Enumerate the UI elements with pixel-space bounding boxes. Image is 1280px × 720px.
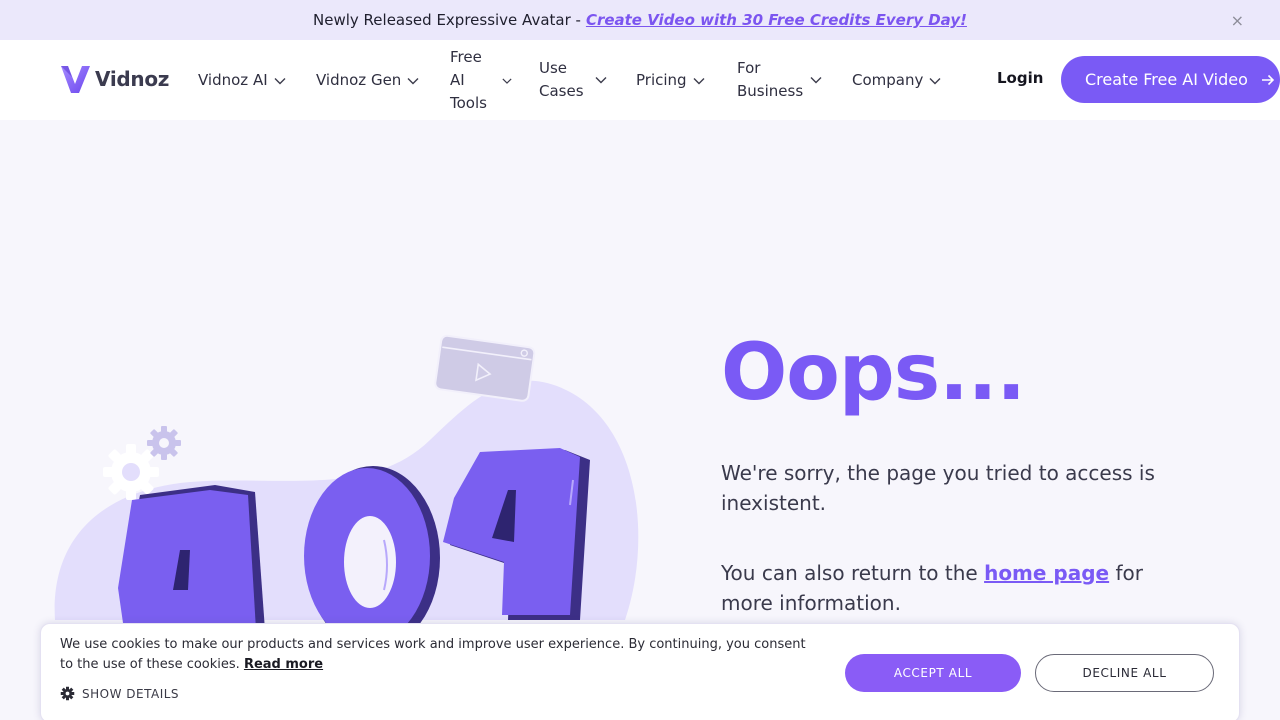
show-details-toggle[interactable]: SHOW DETAILS <box>60 686 179 701</box>
nav-item-vidnoz-ai[interactable]: Vidnoz AI <box>198 69 286 92</box>
announcement-text: Newly Released Expressive Avatar - <box>313 11 581 29</box>
cookie-message: We use cookies to make our products and … <box>60 635 820 675</box>
chevron-down-icon <box>810 77 822 84</box>
video-card-icon <box>434 334 536 402</box>
error-title: Oops... <box>721 328 1026 418</box>
navbar: Vidnoz Vidnoz AI Vidnoz Gen Free AI Tool… <box>0 40 1280 120</box>
announcement-bar: Newly Released Expressive Avatar - Creat… <box>0 0 1280 40</box>
nav-item-label: Use Cases <box>539 59 584 100</box>
cookie-banner: We use cookies to make our products and … <box>40 623 1240 720</box>
nav-item-for-business[interactable]: For Business <box>737 57 822 103</box>
read-more-link[interactable]: Read more <box>244 657 323 672</box>
nav-item-label: Vidnoz AI <box>198 71 268 89</box>
chevron-down-icon <box>595 77 607 84</box>
nav-item-label: Pricing <box>636 71 687 89</box>
accept-all-button[interactable]: ACCEPT ALL <box>845 654 1021 692</box>
login-link[interactable]: Login <box>997 69 1043 87</box>
create-free-ai-video-button[interactable]: Create Free AI Video <box>1061 56 1280 103</box>
nav-item-company[interactable]: Company <box>852 69 941 92</box>
digit-four-left <box>118 485 265 630</box>
nav-item-free-ai-tools[interactable]: Free AI Tools <box>450 46 512 115</box>
gear-icon <box>60 686 75 701</box>
nav-item-label: Free AI Tools <box>450 48 487 112</box>
show-details-label: SHOW DETAILS <box>82 686 180 701</box>
decline-all-button[interactable]: DECLINE ALL <box>1035 654 1214 692</box>
nav-item-label: Vidnoz Gen <box>316 71 402 89</box>
chevron-down-icon <box>502 78 512 84</box>
return-pre-text: You can also return to the <box>721 561 978 585</box>
error-message: We're sorry, the page you tried to acces… <box>721 461 1155 515</box>
nav-item-use-cases[interactable]: Use Cases <box>539 57 607 103</box>
gear-icon <box>147 426 181 460</box>
arrow-right-icon <box>1261 74 1275 85</box>
chevron-down-icon <box>274 77 286 84</box>
logo-text: Vidnoz <box>95 67 170 91</box>
error-404-illustration <box>54 334 639 630</box>
return-home-text: You can also return to the home page for… <box>721 558 1201 618</box>
nav-item-label: Company <box>852 71 924 89</box>
logo-icon <box>61 66 90 93</box>
chevron-down-icon <box>693 77 705 84</box>
chevron-down-icon <box>407 77 419 84</box>
close-icon[interactable]: × <box>1231 11 1244 30</box>
nav-item-label: For Business <box>737 59 804 100</box>
logo[interactable]: Vidnoz <box>59 62 169 96</box>
announcement-link[interactable]: Create Video with 30 Free Credits Every … <box>586 11 967 29</box>
cookie-message-text: We use cookies to make our products and … <box>60 637 806 672</box>
cta-label: Create Free AI Video <box>1085 70 1248 89</box>
nav-item-pricing[interactable]: Pricing <box>636 69 705 92</box>
nav-item-vidnoz-gen[interactable]: Vidnoz Gen <box>316 69 419 92</box>
home-page-link[interactable]: home page <box>984 561 1109 585</box>
chevron-down-icon <box>929 77 941 84</box>
